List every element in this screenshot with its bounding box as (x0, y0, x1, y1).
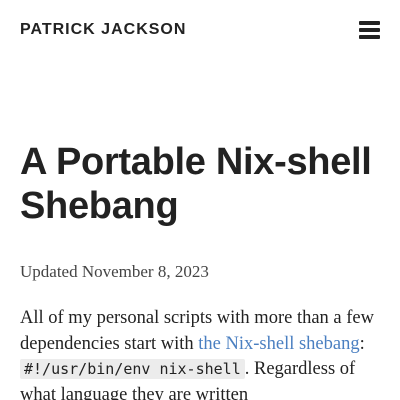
menu-bar (359, 28, 380, 32)
menu-bar (359, 21, 380, 25)
post-title: A Portable Nix-shell Shebang (20, 141, 372, 227)
post-updated-date: Updated November 8, 2023 (20, 262, 209, 281)
inline-code: #!/usr/bin/env nix-shell (20, 359, 245, 379)
nix-shell-shebang-link[interactable]: the Nix-shell shebang (198, 334, 359, 354)
menu-bar (359, 35, 380, 39)
hamburger-menu-icon[interactable] (359, 20, 380, 39)
post-paragraph: All of my personal scripts with more tha… (20, 306, 382, 400)
site-header: PATRICK JACKSON (0, 0, 400, 60)
paragraph-text: : (359, 333, 365, 354)
site-title-link[interactable]: PATRICK JACKSON (20, 20, 186, 40)
